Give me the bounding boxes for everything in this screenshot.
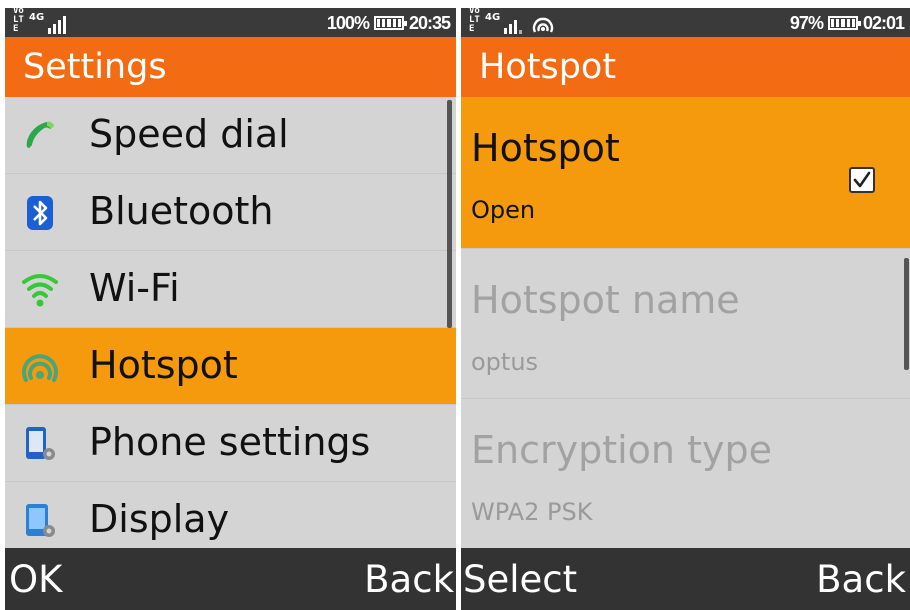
page-title: Settings bbox=[23, 47, 167, 87]
back-softkey[interactable]: Back bbox=[364, 558, 454, 602]
hotspot-icon bbox=[532, 17, 554, 33]
wifi-icon bbox=[22, 274, 58, 307]
clock: 02:01 bbox=[862, 12, 905, 33]
menu-item-label: Hotspot bbox=[89, 343, 238, 387]
bluetooth-icon bbox=[27, 196, 53, 230]
menu-item-speed-dial[interactable]: Speed dial bbox=[5, 97, 456, 174]
hotspot-icon bbox=[22, 354, 58, 382]
phone-icon bbox=[26, 121, 54, 148]
settings-screen: Vo LTE 4G 100% 20:35 Settings Speed dial bbox=[5, 8, 456, 610]
settings-menu: Speed dial Bluetooth Wi-Fi Hotspot Phone… bbox=[5, 97, 456, 559]
select-softkey[interactable]: Select bbox=[463, 558, 577, 602]
menu-item-label: Phone settings bbox=[89, 420, 371, 464]
battery-icon bbox=[373, 16, 407, 30]
softkey-bar: Select Back bbox=[461, 548, 910, 610]
page-title: Hotspot bbox=[479, 47, 617, 87]
setting-title: Encryption type bbox=[471, 428, 772, 472]
battery-icon bbox=[827, 16, 861, 30]
ok-softkey[interactable]: OK bbox=[9, 558, 62, 602]
title-bar: Settings bbox=[5, 37, 456, 97]
menu-item-hotspot[interactable]: Hotspot bbox=[5, 328, 456, 405]
setting-value: optus bbox=[471, 348, 539, 376]
setting-title: Hotspot bbox=[471, 126, 620, 170]
signal-strength-icon bbox=[48, 16, 67, 34]
setting-value: Open bbox=[471, 196, 536, 224]
setting-value: WPA2 PSK bbox=[471, 498, 593, 526]
menu-item-label: Wi-Fi bbox=[89, 266, 180, 310]
setting-title: Hotspot name bbox=[471, 278, 740, 322]
display-settings-icon bbox=[26, 504, 55, 537]
back-softkey[interactable]: Back bbox=[816, 558, 906, 602]
battery-percentage: 100% bbox=[326, 12, 370, 33]
volte-indicator: Vo LTE bbox=[13, 8, 24, 34]
encryption-type-item[interactable]: Encryption type WPA2 PSK bbox=[461, 399, 910, 549]
menu-item-bluetooth[interactable]: Bluetooth bbox=[5, 174, 456, 251]
status-right: 100% 20:35 bbox=[326, 12, 451, 34]
title-bar: Hotspot bbox=[461, 37, 910, 97]
hotspot-name-item[interactable]: Hotspot name optus bbox=[461, 249, 910, 399]
phone-settings-icon bbox=[26, 427, 55, 460]
network-indicators: Vo LTE 4G bbox=[469, 8, 554, 34]
status-bar: Vo LTE 4G 97% 02:01 bbox=[461, 8, 910, 37]
menu-item-label: Speed dial bbox=[89, 112, 289, 156]
clock: 20:35 bbox=[408, 12, 451, 33]
battery-percentage: 97% bbox=[789, 12, 824, 33]
network-indicators: Vo LTE 4G bbox=[13, 8, 67, 34]
scrollbar[interactable] bbox=[904, 258, 909, 370]
hotspot-settings-list: Hotspot Open Hotspot name optus Encrypti… bbox=[461, 97, 910, 549]
network-type: 4G bbox=[29, 12, 45, 23]
status-bar: Vo LTE 4G 100% 20:35 bbox=[5, 8, 456, 37]
menu-item-phone-settings[interactable]: Phone settings bbox=[5, 405, 456, 482]
softkey-bar: OK Back bbox=[5, 548, 456, 610]
hotspot-toggle-item[interactable]: Hotspot Open bbox=[461, 97, 910, 249]
network-type: 4G bbox=[485, 12, 501, 23]
menu-item-wifi[interactable]: Wi-Fi bbox=[5, 251, 456, 328]
volte-indicator: Vo LTE bbox=[469, 8, 480, 34]
status-right: 97% 02:01 bbox=[789, 12, 905, 34]
hotspot-screen: Vo LTE 4G 97% 02:01 Hotspot Hotspot Open bbox=[461, 8, 910, 610]
menu-item-label: Bluetooth bbox=[89, 189, 274, 233]
scrollbar[interactable] bbox=[447, 100, 452, 328]
checkmark-icon bbox=[853, 171, 871, 188]
signal-strength-icon bbox=[504, 16, 523, 34]
menu-item-label: Display bbox=[89, 497, 230, 541]
hotspot-checkbox[interactable] bbox=[849, 167, 875, 193]
